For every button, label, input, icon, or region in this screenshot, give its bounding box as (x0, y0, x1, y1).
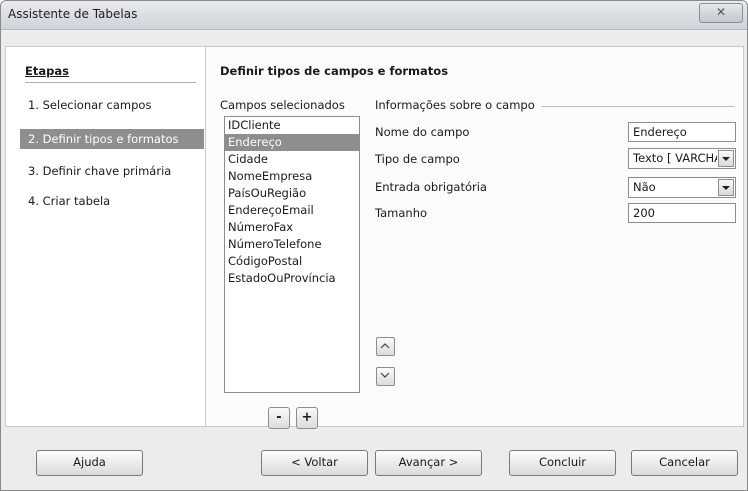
move-up-button[interactable] (376, 337, 395, 356)
list-item[interactable]: IDCliente (225, 117, 359, 134)
close-icon: ✕ (715, 5, 727, 19)
list-item[interactable]: PaísOuRegião (225, 185, 359, 202)
chevron-up-icon (380, 343, 390, 349)
field-type-label: Tipo de campo (375, 152, 460, 166)
finish-button[interactable]: Concluir (509, 450, 616, 476)
size-input[interactable]: 200 (628, 203, 736, 223)
title-bar[interactable]: Assistente de Tabelas ✕ (1, 1, 747, 30)
wizard-content: Etapas 1. Selecionar campos 2. Definir t… (5, 46, 744, 429)
field-name-input[interactable]: Endereço (628, 122, 736, 142)
close-button[interactable]: ✕ (699, 3, 743, 23)
field-info-group-title: Informações sobre o campo (375, 98, 541, 112)
list-item[interactable]: Cidade (225, 151, 359, 168)
cancel-button[interactable]: Cancelar (631, 450, 738, 476)
table-wizard-dialog: Assistente de Tabelas ✕ Etapas 1. Seleci… (0, 0, 748, 491)
step-select-fields[interactable]: 1. Selecionar campos (24, 95, 198, 115)
chevron-down-icon[interactable] (718, 179, 734, 196)
list-item[interactable]: NúmeroFax (225, 219, 359, 236)
move-down-button[interactable] (376, 367, 395, 386)
step-define-types[interactable]: 2. Definir tipos e formatos (20, 129, 204, 149)
list-item[interactable]: EndereçoEmail (225, 202, 359, 219)
selected-fields-label: Campos selecionados (220, 98, 345, 112)
remove-field-button[interactable]: - (268, 407, 290, 429)
list-item[interactable]: NúmeroTelefone (225, 236, 359, 253)
steps-heading: Etapas (25, 64, 196, 83)
field-name-label: Nome do campo (375, 125, 470, 139)
page-title: Definir tipos de campos e formatos (220, 64, 449, 78)
add-field-button[interactable]: + (296, 407, 318, 429)
selected-fields-list[interactable]: IDCliente Endereço Cidade NomeEmpresa Pa… (224, 116, 360, 393)
field-type-select[interactable]: Texto [ VARCHAR ] (628, 148, 736, 169)
next-button[interactable]: Avançar > (375, 450, 482, 476)
list-item[interactable]: Endereço (225, 134, 359, 151)
help-button[interactable]: Ajuda (36, 450, 143, 476)
step-create-table[interactable]: 4. Criar tabela (24, 191, 198, 211)
steps-panel: Etapas 1. Selecionar campos 2. Definir t… (6, 47, 206, 426)
back-button[interactable]: < Voltar (261, 450, 368, 476)
list-item[interactable]: EstadoOuProvíncia (225, 270, 359, 287)
field-type-value: Texto [ VARCHAR ] (633, 151, 717, 165)
list-item[interactable]: CódigoPostal (225, 253, 359, 270)
size-label: Tamanho (375, 206, 428, 220)
required-entry-select[interactable]: Não (628, 177, 736, 198)
chevron-down-icon[interactable] (718, 150, 734, 167)
list-item[interactable]: NomeEmpresa (225, 168, 359, 185)
window-title: Assistente de Tabelas (8, 7, 138, 21)
step-primary-key[interactable]: 3. Definir chave primária (24, 161, 198, 181)
required-entry-label: Entrada obrigatória (375, 180, 487, 194)
required-entry-value: Não (633, 180, 656, 194)
chevron-down-icon (380, 372, 390, 378)
